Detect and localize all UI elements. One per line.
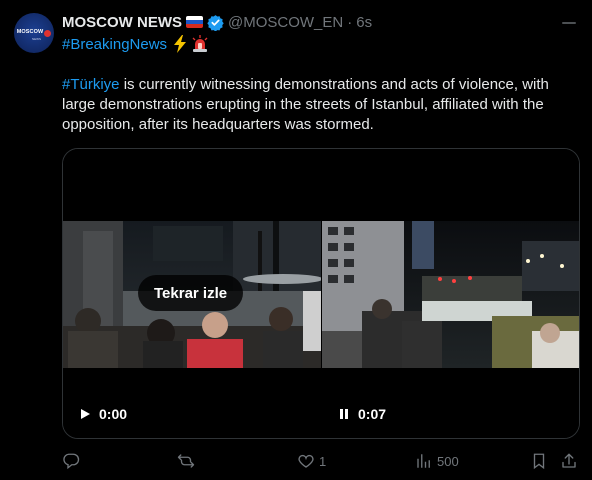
lightning-emoji-icon [172, 35, 188, 53]
more-options-icon[interactable] [560, 14, 578, 32]
reply-icon [63, 453, 80, 470]
tweet-header: MOSCOW NEWS @MOSCOW_EN · 6s [62, 12, 552, 32]
retweet-button[interactable] [177, 450, 199, 472]
header-separator: · [347, 13, 353, 31]
views-chart-icon [417, 454, 430, 468]
avatar-logo-sub: NEWS [32, 37, 41, 41]
tweet-actions: 1 500 [62, 450, 582, 472]
tweet-body: #Türkiye is currently witnessing demonst… [62, 75, 576, 135]
bookmark-button[interactable] [530, 450, 548, 472]
play-icon[interactable] [79, 408, 91, 420]
hashtag-line: #BreakingNews [62, 35, 209, 53]
like-count: 1 [319, 453, 327, 469]
author-avatar[interactable]: MOSCOW NEWS [14, 13, 54, 53]
avatar-logo-dot [44, 29, 52, 37]
turkiye-hashtag-link[interactable]: #Türkiye [62, 76, 120, 93]
author-name[interactable]: MOSCOW NEWS [62, 14, 182, 31]
heart-icon [298, 454, 314, 468]
video-controls-left: 0:00 [79, 406, 127, 422]
tweet-timestamp[interactable]: 6s [356, 14, 372, 31]
media-container: Tekrar izle 0:00 0:07 [62, 148, 580, 439]
video-controls-right: 0:07 [338, 406, 386, 422]
reply-button[interactable] [62, 450, 84, 472]
replay-button[interactable]: Tekrar izle [138, 275, 244, 311]
share-button[interactable] [560, 450, 578, 472]
video-frame-right[interactable] [322, 221, 579, 368]
bookmark-icon [533, 453, 545, 470]
russia-flag-icon [186, 16, 203, 28]
tweet-body-text: is currently witnessing demonstrations a… [62, 76, 549, 133]
video-time-left: 0:00 [99, 406, 128, 422]
views-count: 500 [437, 453, 459, 469]
avatar-logo-text: MOSCOW [16, 29, 44, 36]
pause-icon[interactable] [338, 408, 350, 420]
retweet-icon [177, 454, 195, 468]
verified-badge-icon[interactable] [207, 14, 224, 31]
video-time-right: 0:07 [358, 406, 387, 422]
views-button[interactable]: 500 [415, 450, 459, 472]
author-handle[interactable]: @MOSCOW_EN [228, 14, 343, 31]
breakingnews-hashtag-link[interactable]: #BreakingNews [62, 36, 167, 53]
video-player-left[interactable]: Tekrar izle 0:00 [63, 149, 321, 438]
siren-emoji-icon [191, 35, 209, 53]
like-button[interactable]: 1 [297, 450, 326, 472]
video-player-right[interactable]: 0:07 [322, 149, 579, 438]
share-icon [562, 453, 576, 468]
